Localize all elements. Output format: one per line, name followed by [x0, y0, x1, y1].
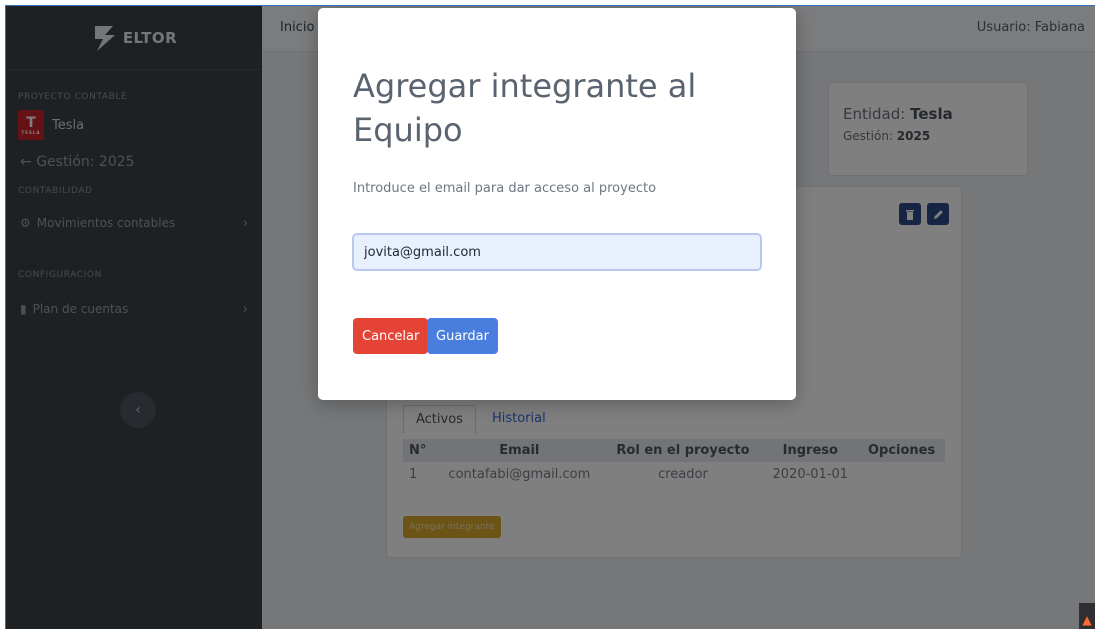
cancel-button[interactable]: Cancelar — [353, 318, 429, 354]
modal-description: Introduce el email para dar acceso al pr… — [353, 181, 657, 196]
email-field[interactable] — [352, 233, 762, 271]
flame-icon[interactable]: ▲ — [1079, 603, 1095, 629]
app-window: ELTOR PROYECTO CONTABLE TTESLA Tesla ← G… — [5, 5, 1095, 629]
modal-title: Agregar integrante al Equipo — [353, 67, 697, 149]
save-button[interactable]: Guardar — [427, 318, 498, 354]
add-member-modal: Agregar integrante al Equipo Introduce e… — [318, 8, 796, 400]
